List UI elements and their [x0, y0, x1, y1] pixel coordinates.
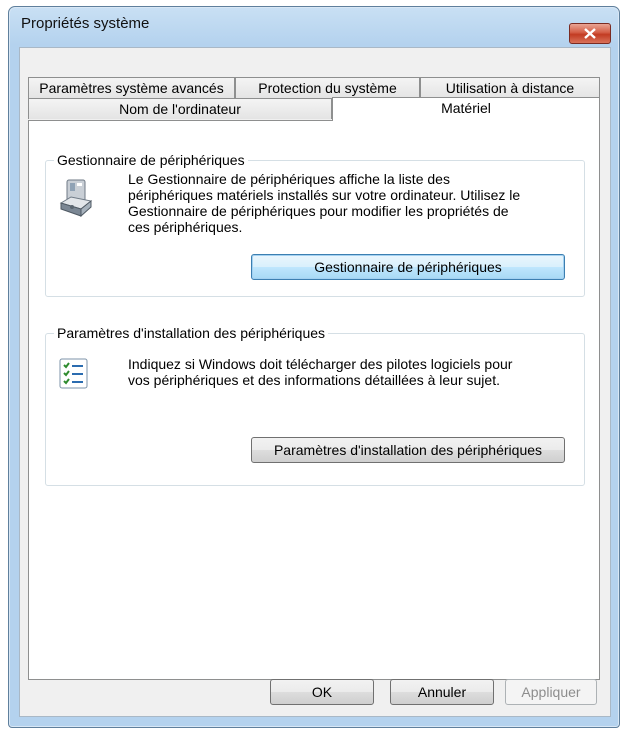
window-title: Propriétés système — [21, 15, 150, 32]
close-icon — [584, 28, 596, 39]
cancel-button[interactable]: Annuler — [390, 679, 494, 705]
tab-hardware[interactable]: Matériel — [332, 97, 600, 121]
installation-settings-group-title: Paramètres d'installation des périphériq… — [54, 325, 329, 341]
tab-computer-name[interactable]: Nom de l'ordinateur — [28, 98, 332, 119]
dialog-client-area: Paramètres système avancés Protection du… — [19, 47, 611, 717]
installation-settings-description: Indiquez si Windows doit télécharger des… — [128, 356, 513, 388]
device-manager-group: Gestionnaire de périphériques Le Gestion… — [45, 152, 585, 297]
device-manager-button[interactable]: Gestionnaire de périphériques — [251, 254, 565, 280]
installation-settings-button[interactable]: Paramètres d'installation des périphériq… — [251, 437, 565, 463]
close-button[interactable] — [569, 23, 611, 44]
apply-button[interactable]: Appliquer — [505, 679, 597, 705]
tab-system-protection[interactable]: Protection du système — [235, 77, 420, 98]
device-manager-description: Le Gestionnaire de périphériques affiche… — [128, 171, 521, 235]
title-bar[interactable]: Propriétés système — [9, 7, 619, 44]
ok-button[interactable]: OK — [270, 679, 374, 705]
system-properties-window: Propriétés système Paramètres système av… — [8, 6, 620, 728]
hardware-tab-panel: Gestionnaire de périphériques Le Gestion… — [28, 120, 600, 680]
device-manager-icon — [59, 179, 93, 217]
tab-remote-use[interactable]: Utilisation à distance — [420, 77, 600, 98]
tab-advanced-system-settings[interactable]: Paramètres système avancés — [28, 77, 235, 98]
device-manager-group-title: Gestionnaire de périphériques — [54, 152, 248, 168]
installation-settings-group: Paramètres d'installation des périphériq… — [45, 325, 585, 486]
checklist-icon — [59, 358, 88, 389]
